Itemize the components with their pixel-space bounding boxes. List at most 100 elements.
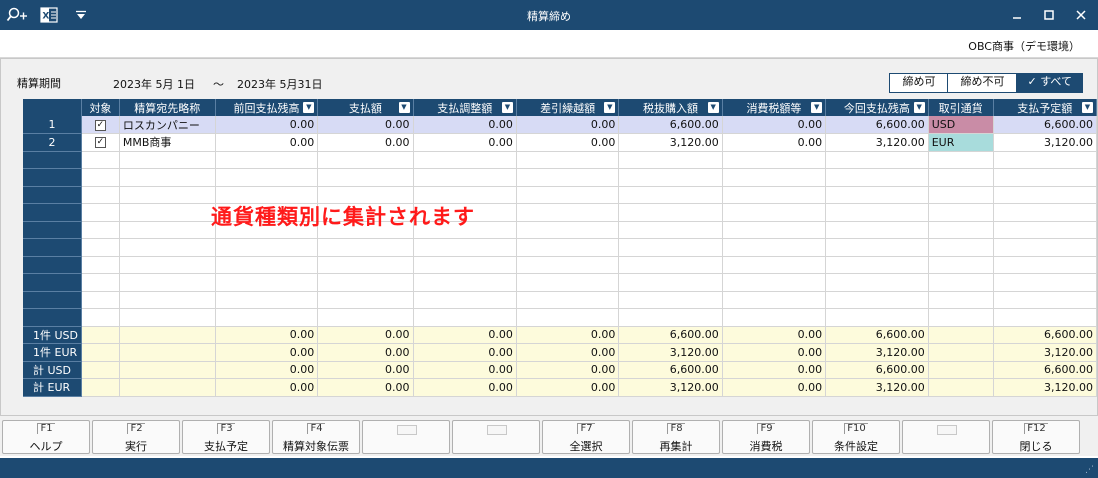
empty-cell[interactable] (618, 203, 723, 222)
empty-cell[interactable] (119, 238, 216, 257)
empty-cell[interactable] (516, 273, 620, 292)
filter-all[interactable]: ✓ すべて (1017, 74, 1082, 92)
empty-cell[interactable] (825, 273, 929, 292)
empty-cell[interactable] (516, 256, 620, 274)
partner-name-cell[interactable]: ロスカンパニー (119, 116, 216, 134)
empty-cell[interactable] (825, 238, 929, 257)
empty-cell[interactable] (119, 151, 216, 169)
empty-cell[interactable] (618, 221, 723, 239)
empty-row[interactable] (23, 273, 1098, 292)
empty-cell[interactable] (618, 291, 723, 309)
resize-grip-icon[interactable]: ⋰ (1085, 465, 1094, 475)
empty-cell[interactable] (928, 186, 994, 204)
column-dropdown-icon[interactable]: ▼ (303, 102, 315, 113)
filter-not-closable[interactable]: 締め不可 (948, 74, 1018, 92)
empty-cell[interactable] (516, 151, 620, 169)
empty-cell[interactable] (516, 308, 620, 327)
empty-cell[interactable] (618, 273, 723, 292)
empty-cell[interactable] (215, 238, 319, 257)
column-dropdown-icon[interactable]: ▼ (707, 102, 719, 113)
empty-cell[interactable] (618, 168, 723, 187)
column-header[interactable]: 対象 (81, 99, 120, 116)
column-dropdown-icon[interactable]: ▼ (1082, 102, 1093, 113)
empty-cell[interactable] (928, 221, 994, 239)
empty-cell[interactable] (928, 273, 994, 292)
empty-cell[interactable] (119, 221, 216, 239)
empty-cell[interactable] (825, 221, 929, 239)
prev-balance-cell[interactable]: 0.00 (215, 116, 319, 134)
empty-cell[interactable] (516, 168, 620, 187)
empty-cell[interactable] (993, 186, 1098, 204)
column-header[interactable]: 税抜購入額 ▼ (618, 99, 723, 116)
empty-cell[interactable] (722, 273, 827, 292)
column-dropdown-icon[interactable]: ▼ (604, 102, 616, 113)
empty-row[interactable] (23, 308, 1098, 327)
purchase-cell[interactable]: 3,120.00 (618, 133, 723, 152)
f5-empty-button[interactable] (362, 420, 450, 454)
empty-cell[interactable] (618, 256, 723, 274)
empty-cell[interactable] (618, 308, 723, 327)
empty-cell[interactable] (825, 203, 929, 222)
empty-cell[interactable] (413, 168, 517, 187)
empty-row[interactable] (23, 238, 1098, 257)
empty-cell[interactable] (722, 308, 827, 327)
empty-cell[interactable] (516, 186, 620, 204)
empty-cell[interactable] (81, 168, 120, 187)
empty-cell[interactable] (413, 256, 517, 274)
checkbox-icon[interactable]: ✓ (94, 119, 106, 131)
f2-execute-button[interactable]: F2 実行 (92, 420, 180, 454)
column-header[interactable]: 前回支払残高 ▼ (215, 99, 319, 116)
empty-cell[interactable] (413, 291, 517, 309)
empty-cell[interactable] (81, 256, 120, 274)
f8-recalculate-button[interactable]: F8 再集計 (632, 420, 720, 454)
empty-cell[interactable] (413, 238, 517, 257)
empty-cell[interactable] (81, 273, 120, 292)
empty-row[interactable] (23, 291, 1098, 309)
planned-payment-cell[interactable]: 6,600.00 (993, 116, 1098, 134)
empty-cell[interactable] (215, 168, 319, 187)
empty-cell[interactable] (413, 151, 517, 169)
empty-cell[interactable] (993, 221, 1098, 239)
empty-cell[interactable] (928, 256, 994, 274)
empty-cell[interactable] (825, 256, 929, 274)
f4-target-slips-button[interactable]: F4 精算対象伝票 (272, 420, 360, 454)
empty-cell[interactable] (81, 203, 120, 222)
empty-cell[interactable] (928, 238, 994, 257)
empty-cell[interactable] (928, 203, 994, 222)
f1-help-button[interactable]: F1 ヘルプ (2, 420, 90, 454)
empty-cell[interactable] (81, 308, 120, 327)
empty-cell[interactable] (993, 203, 1098, 222)
maximize-icon[interactable] (1040, 6, 1058, 24)
planned-payment-cell[interactable]: 3,120.00 (993, 133, 1098, 152)
empty-cell[interactable] (215, 256, 319, 274)
empty-cell[interactable] (993, 256, 1098, 274)
empty-cell[interactable] (618, 186, 723, 204)
tax-cell[interactable]: 0.00 (722, 133, 827, 152)
empty-cell[interactable] (317, 308, 414, 327)
empty-cell[interactable] (722, 168, 827, 187)
checkbox-icon[interactable]: ✓ (94, 137, 106, 149)
current-balance-cell[interactable]: 6,600.00 (825, 116, 929, 134)
empty-cell[interactable] (119, 168, 216, 187)
payment-cell[interactable]: 0.00 (317, 116, 414, 134)
f12-close-button[interactable]: F12 閉じる (992, 420, 1080, 454)
f9-consumption-tax-button[interactable]: F9 消費税 (722, 420, 810, 454)
f3-payment-schedule-button[interactable]: F3 支払予定 (182, 420, 270, 454)
payment-cell[interactable]: 0.00 (317, 133, 414, 152)
empty-cell[interactable] (516, 291, 620, 309)
empty-cell[interactable] (516, 221, 620, 239)
empty-cell[interactable] (81, 221, 120, 239)
empty-cell[interactable] (825, 151, 929, 169)
f10-condition-settings-button[interactable]: F10 条件設定 (812, 420, 900, 454)
carryover-cell[interactable]: 0.00 (516, 133, 620, 152)
empty-cell[interactable] (993, 273, 1098, 292)
empty-cell[interactable] (516, 238, 620, 257)
column-header[interactable]: 差引繰越額 ▼ (516, 99, 620, 116)
empty-cell[interactable] (928, 291, 994, 309)
empty-cell[interactable] (722, 221, 827, 239)
empty-cell[interactable] (722, 203, 827, 222)
minimize-icon[interactable] (1008, 6, 1026, 24)
empty-cell[interactable] (81, 291, 120, 309)
column-header[interactable]: 取引通貨 (928, 99, 994, 116)
filter-closable[interactable]: 締め可 (890, 74, 949, 92)
